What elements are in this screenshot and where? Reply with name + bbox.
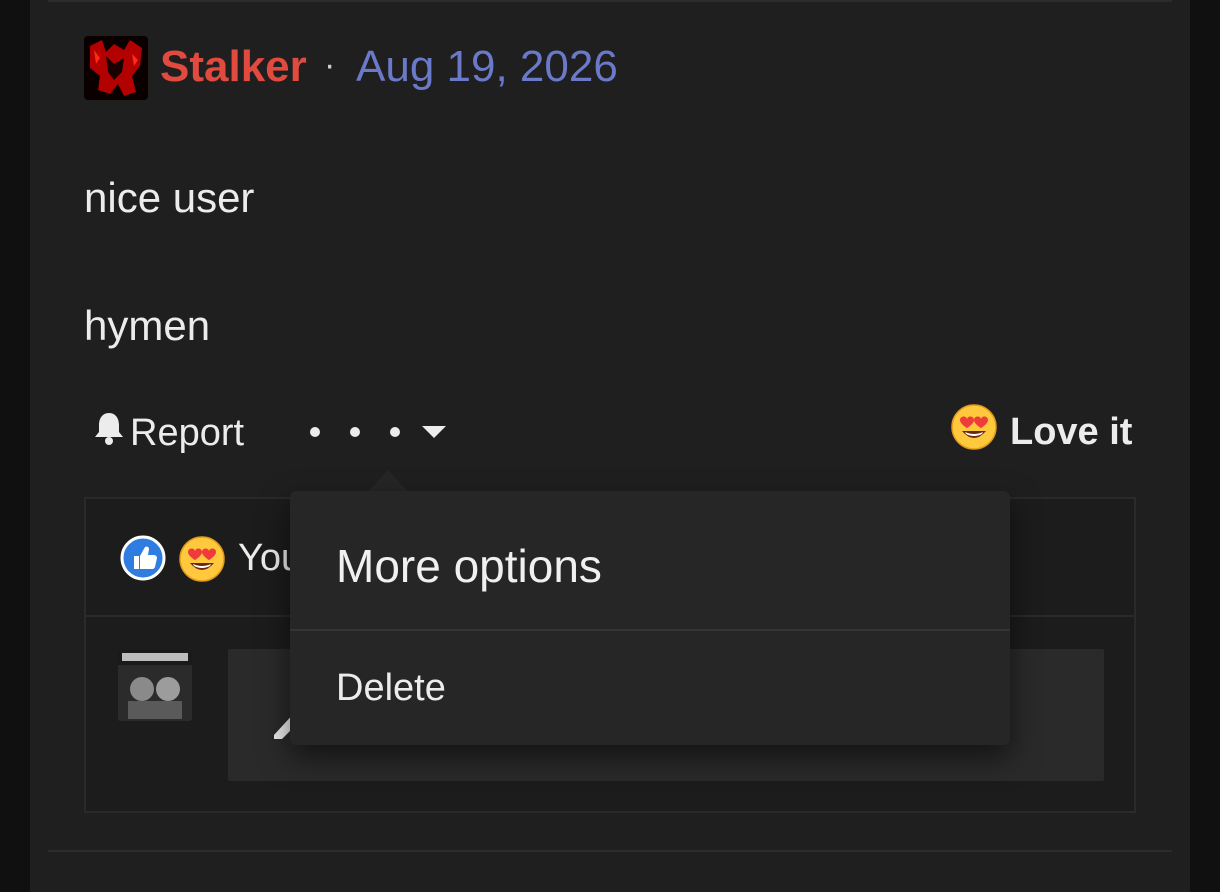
delete-menu-item[interactable]: Delete (336, 667, 446, 710)
heart-eyes-icon (950, 403, 998, 461)
current-user-avatar (118, 649, 192, 721)
report-button[interactable]: Report (92, 408, 244, 458)
thumbs-up-icon (120, 535, 166, 581)
ellipsis-icon (310, 427, 400, 437)
meta-separator: · (324, 46, 336, 84)
author-avatar[interactable] (84, 36, 148, 100)
right-gutter (1190, 0, 1220, 892)
menu-title: More options (336, 540, 602, 592)
report-label: Report (130, 411, 245, 454)
heart-eyes-icon (178, 535, 226, 583)
divider (48, 0, 1172, 2)
left-gutter (0, 0, 30, 892)
post-body-line: hymen (84, 302, 211, 349)
divider (48, 850, 1172, 852)
menu-divider (290, 629, 1010, 631)
chevron-down-icon (422, 426, 446, 438)
more-options-menu: More options Delete (290, 491, 1010, 745)
author-name[interactable]: Stalker (160, 42, 307, 92)
bell-icon (92, 410, 126, 456)
love-it-label: Love it (1010, 410, 1133, 453)
post-date[interactable]: Aug 19, 2026 (356, 42, 618, 92)
love-it-button[interactable]: Love it (950, 403, 1133, 461)
post-body-line: nice user (84, 174, 255, 221)
page: Stalker · Aug 19, 2026 nice user hymen R… (0, 0, 1220, 892)
more-options-button[interactable] (310, 412, 460, 452)
